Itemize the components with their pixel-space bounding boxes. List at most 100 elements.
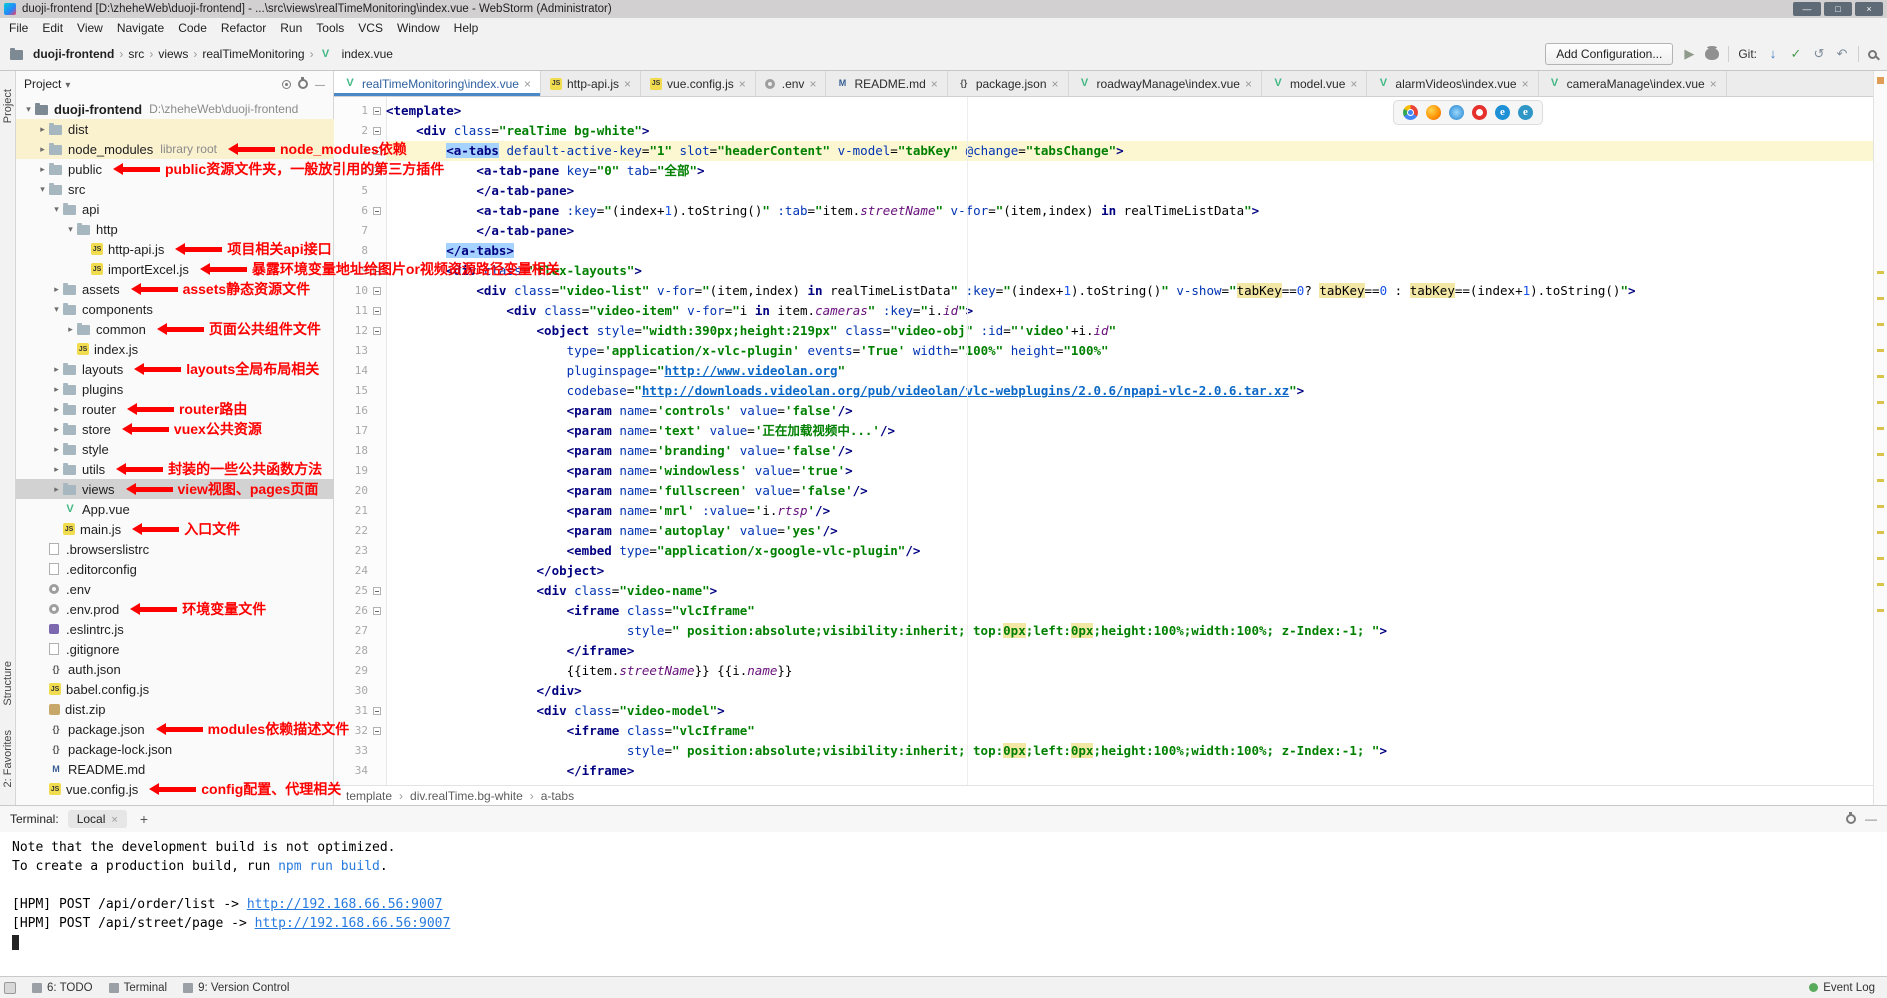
tree-row[interactable]: ▸plugins: [16, 379, 333, 399]
collapse-arrow-icon[interactable]: ▾: [64, 224, 77, 235]
close-button[interactable]: ×: [1855, 2, 1883, 16]
close-tab-icon[interactable]: ×: [524, 77, 531, 91]
tree-row[interactable]: ▸common页面公共组件文件: [16, 319, 333, 339]
fold-marker-icon[interactable]: [368, 121, 386, 141]
line-number[interactable]: 33: [334, 741, 368, 761]
error-stripe[interactable]: [1873, 71, 1887, 805]
warning-stripe-mark[interactable]: [1877, 609, 1884, 612]
expand-arrow-icon[interactable]: ▸: [36, 144, 49, 155]
line-number[interactable]: 6: [334, 201, 368, 221]
tree-row[interactable]: ▸style: [16, 439, 333, 459]
fold-marker-icon[interactable]: [368, 721, 386, 741]
fold-marker-icon[interactable]: [368, 321, 386, 341]
warning-stripe-mark[interactable]: [1877, 505, 1884, 508]
tree-row[interactable]: {}package-lock.json: [16, 739, 333, 759]
collapse-arrow-icon[interactable]: ▾: [50, 304, 63, 315]
editor-tab[interactable]: .env×: [756, 71, 827, 96]
debug-icon[interactable]: [1705, 48, 1719, 60]
menu-item-navigate[interactable]: Navigate: [110, 18, 171, 38]
breadcrumb-item[interactable]: a-tabs: [541, 789, 574, 803]
toolwindow-button-project[interactable]: Project: [2, 89, 14, 123]
git-rollback-icon[interactable]: ↶: [1835, 46, 1849, 62]
tree-row[interactable]: JSvue.config.jsconfig配置、代理相关: [16, 779, 333, 799]
line-number[interactable]: 28: [334, 641, 368, 661]
tree-row[interactable]: JSbabel.config.js: [16, 679, 333, 699]
line-number[interactable]: 11: [334, 301, 368, 321]
line-number[interactable]: 20: [334, 481, 368, 501]
settings-gear-icon[interactable]: [298, 79, 308, 89]
toolwindow-switcher-icon[interactable]: [4, 982, 16, 994]
line-number[interactable]: 27: [334, 621, 368, 641]
tree-row[interactable]: JSindex.js: [16, 339, 333, 359]
tree-row[interactable]: ▾components: [16, 299, 333, 319]
tree-row[interactable]: VApp.vue: [16, 499, 333, 519]
line-number[interactable]: 10: [334, 281, 368, 301]
warning-stripe-mark[interactable]: [1877, 349, 1884, 352]
line-number[interactable]: 17: [334, 421, 368, 441]
editor-tab[interactable]: JSvue.config.js×: [641, 71, 756, 96]
code-editor[interactable]: 1<template>2 <div class="realTime bg-whi…: [334, 97, 1873, 785]
warning-stripe-mark[interactable]: [1877, 401, 1884, 404]
project-panel-title[interactable]: Project: [24, 77, 70, 91]
locate-icon[interactable]: [282, 80, 291, 89]
maximize-button[interactable]: □: [1824, 2, 1852, 16]
menu-item-refactor[interactable]: Refactor: [214, 18, 273, 38]
line-number[interactable]: 21: [334, 501, 368, 521]
close-tab-icon[interactable]: ×: [739, 77, 746, 91]
safari-browser-icon[interactable]: [1449, 105, 1464, 120]
tree-row[interactable]: ▸dist: [16, 119, 333, 139]
line-number[interactable]: 19: [334, 461, 368, 481]
tree-row[interactable]: ▸viewsview视图、pages页面: [16, 479, 333, 499]
warning-stripe-mark[interactable]: [1877, 297, 1884, 300]
line-number[interactable]: 22: [334, 521, 368, 541]
tree-row[interactable]: .env.prod环境变量文件: [16, 599, 333, 619]
tree-row[interactable]: JSimportExcel.js暴露环境变量地址给图片or视频资源路径变量相关: [16, 259, 333, 279]
add-configuration-button[interactable]: Add Configuration...: [1545, 43, 1673, 65]
line-number[interactable]: 13: [334, 341, 368, 361]
code-area[interactable]: 1<template>2 <div class="realTime bg-whi…: [334, 97, 1873, 785]
tree-row[interactable]: .gitignore: [16, 639, 333, 659]
tree-row[interactable]: ▸publicpublic资源文件夹，一般放引用的第三方插件: [16, 159, 333, 179]
editor-tab[interactable]: VroadwayManage\index.vue×: [1069, 71, 1262, 96]
editor-tab[interactable]: ValarmVideos\index.vue×: [1367, 71, 1538, 96]
ie-browser-icon[interactable]: [1495, 105, 1510, 120]
breadcrumb-item[interactable]: src: [128, 47, 144, 61]
tree-row[interactable]: ▸layoutslayouts全局布局相关: [16, 359, 333, 379]
tree-row[interactable]: ▸utils封装的一些公共函数方法: [16, 459, 333, 479]
tree-row[interactable]: {}package.jsonmodules依赖描述文件: [16, 719, 333, 739]
tree-row[interactable]: ▾duoji-frontendD:\zheheWeb\duoji-fronten…: [16, 99, 333, 119]
expand-arrow-icon[interactable]: ▸: [50, 404, 63, 415]
breadcrumb-item[interactable]: template: [346, 789, 392, 803]
menu-item-vcs[interactable]: VCS: [351, 18, 390, 38]
statusbar-event-log[interactable]: Event Log: [1809, 982, 1875, 994]
close-tab-icon[interactable]: ×: [1710, 77, 1717, 91]
editor-tab[interactable]: MREADME.md×: [826, 71, 947, 96]
line-number[interactable]: 31: [334, 701, 368, 721]
run-icon[interactable]: ▶: [1682, 46, 1696, 62]
collapse-arrow-icon[interactable]: ▾: [50, 204, 63, 215]
editor-tab[interactable]: JShttp-api.js×: [541, 71, 641, 96]
chrome-browser-icon[interactable]: [1403, 105, 1418, 120]
line-number[interactable]: 30: [334, 681, 368, 701]
git-commit-icon[interactable]: ✓: [1789, 46, 1803, 62]
menu-item-tools[interactable]: Tools: [309, 18, 351, 38]
warning-stripe-mark[interactable]: [1877, 453, 1884, 456]
menu-item-run[interactable]: Run: [273, 18, 309, 38]
line-number[interactable]: 14: [334, 361, 368, 381]
expand-arrow-icon[interactable]: ▸: [36, 124, 49, 135]
menu-item-file[interactable]: File: [2, 18, 35, 38]
expand-arrow-icon[interactable]: ▸: [50, 464, 63, 475]
warning-stripe-mark[interactable]: [1877, 77, 1884, 84]
menu-item-code[interactable]: Code: [171, 18, 214, 38]
tree-row[interactable]: .editorconfig: [16, 559, 333, 579]
hide-terminal-icon[interactable]: [1865, 812, 1877, 826]
expand-arrow-icon[interactable]: ▸: [64, 324, 77, 335]
tree-row[interactable]: {}auth.json: [16, 659, 333, 679]
line-number[interactable]: 16: [334, 401, 368, 421]
expand-arrow-icon[interactable]: ▸: [36, 164, 49, 175]
line-number[interactable]: 24: [334, 561, 368, 581]
tree-row[interactable]: ▸storevuex公共资源: [16, 419, 333, 439]
search-everywhere-icon[interactable]: [1868, 50, 1877, 59]
fold-marker-icon[interactable]: [368, 301, 386, 321]
line-number[interactable]: 34: [334, 761, 368, 781]
